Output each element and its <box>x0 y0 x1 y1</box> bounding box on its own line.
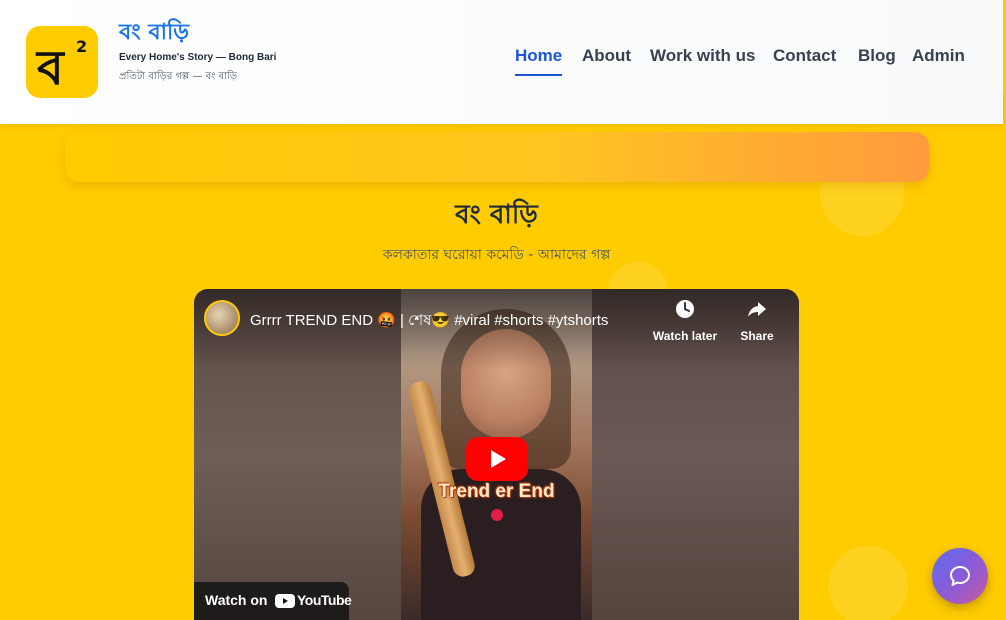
channel-avatar[interactable] <box>204 300 240 336</box>
decorative-circle <box>828 546 908 620</box>
chat-button[interactable] <box>932 548 988 604</box>
watch-on-label: Watch on <box>205 592 268 608</box>
nav-active-underline <box>515 74 563 76</box>
nav-blog-label: Blog <box>858 46 896 65</box>
play-button[interactable] <box>466 437 528 481</box>
nav-about[interactable]: About <box>582 46 631 66</box>
youtube-logo-icon: YouTube <box>275 592 352 612</box>
video-overlay-text: Trend er End <box>438 481 555 502</box>
angry-emoji-icon <box>491 509 503 521</box>
brand-tagline: Every Home's Story — Bong Bari <box>119 52 277 63</box>
youtube-play-mark <box>275 594 295 608</box>
logo-superscript: 2 <box>76 37 87 56</box>
logo-icon: ব 2 <box>35 37 87 96</box>
nav-contact[interactable]: Contact <box>773 46 836 66</box>
chat-bubble-icon <box>950 566 970 586</box>
logo-letter: ব <box>35 40 66 96</box>
nav-work-with-us-label: Work with us <box>650 46 756 65</box>
site-header: ব 2 বং বাড়ি Every Home's Story — Bong B… <box>0 0 1003 124</box>
nav-home-label: Home <box>515 46 563 65</box>
nav-admin[interactable]: Admin <box>912 46 965 66</box>
nav-home[interactable]: Home <box>515 46 563 76</box>
nav-admin-label: Admin <box>912 46 965 65</box>
nav-blog[interactable]: Blog <box>858 46 896 66</box>
share-arrow-icon <box>748 302 766 317</box>
youtube-embed[interactable]: Grrrr TREND END 🤬 | শেষ😎 #viral #shorts … <box>194 289 799 620</box>
brand-title[interactable]: বং বাড়ি <box>119 15 189 52</box>
watch-later-label: Watch later <box>652 329 718 343</box>
nav-work-with-us[interactable]: Work with us <box>650 46 755 66</box>
nav-contact-label: Contact <box>773 46 837 65</box>
page-subtitle: কলকাতার ঘরোয়া কমেডি - আমাদের গল্প <box>382 247 611 263</box>
site-logo[interactable]: ব 2 <box>26 26 98 98</box>
youtube-wordmark: YouTube <box>297 592 352 608</box>
watch-later-button[interactable]: Watch later <box>650 299 720 344</box>
watch-on-youtube-button[interactable]: Watch on YouTube <box>194 582 352 620</box>
share-label: Share <box>740 329 774 343</box>
clock-icon <box>676 300 694 318</box>
play-icon <box>466 437 528 481</box>
brand-subtitle: প্রতিটা বাড়ির গল্প — বং বাড়ি <box>119 71 238 82</box>
hero-banner <box>65 132 929 182</box>
video-title[interactable]: Grrrr TREND END 🤬 | শেষ😎 #viral #shorts … <box>250 309 642 334</box>
page-title: বং বাড়ি <box>455 200 538 230</box>
nav-about-label: About <box>582 46 632 65</box>
share-button[interactable]: Share <box>722 299 792 344</box>
